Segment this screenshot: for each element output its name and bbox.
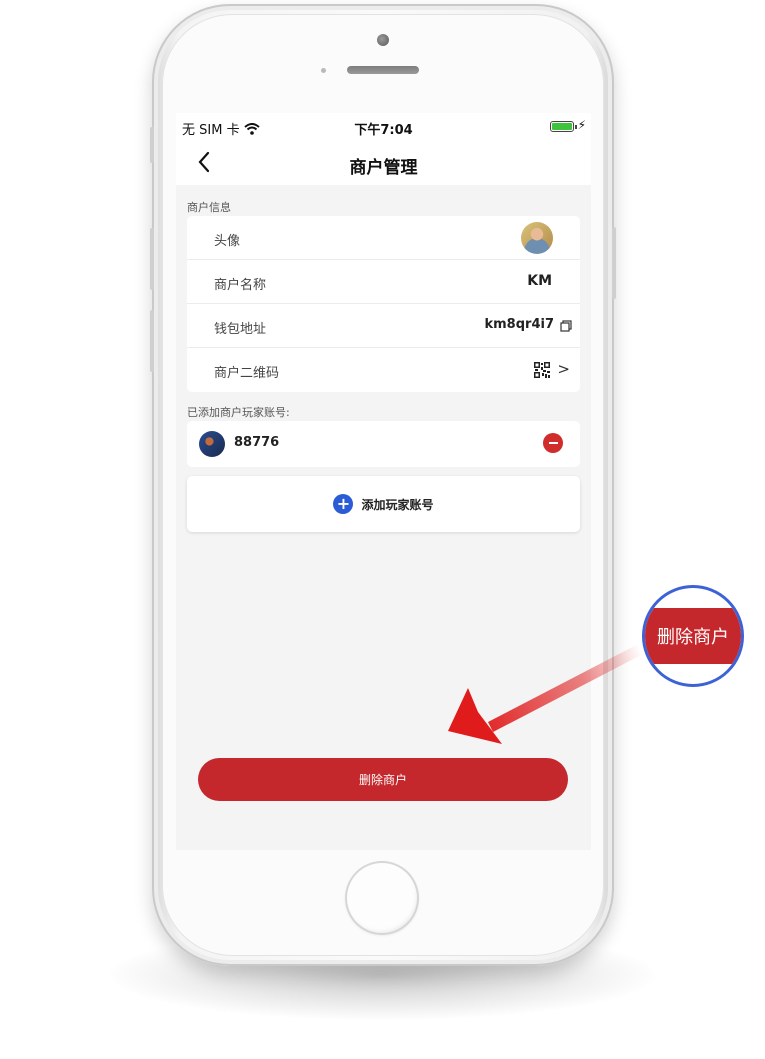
add-player-label: 添加玩家账号 — [361, 497, 434, 512]
phone-screen: 无 SIM 卡 下午7:04 ⚡ 商户管理 商户信息 头像 商户名称 KM 钱包… — [176, 113, 591, 850]
avatar-row[interactable]: 头像 — [187, 216, 580, 260]
callout-button-preview: 删除商户 — [645, 608, 741, 664]
merchant-qrcode-label: 商户二维码 — [214, 366, 280, 381]
mute-switch — [150, 127, 154, 163]
add-player-card[interactable]: + 添加玩家账号 — [187, 476, 580, 532]
battery-icon — [550, 121, 574, 132]
merchant-name-label: 商户名称 — [214, 278, 267, 293]
status-time: 下午7:04 — [354, 123, 413, 138]
volume-up-button — [150, 228, 154, 290]
earpiece-speaker — [347, 66, 419, 74]
avatar-label: 头像 — [214, 234, 241, 249]
chevron-right-icon: > — [557, 360, 570, 378]
page-title: 商户管理 — [349, 158, 418, 178]
wallet-address-row: 钱包地址 km8qr4i7 — [187, 304, 580, 348]
charging-bolt-icon: ⚡ — [577, 118, 586, 132]
add-player-button[interactable]: + 添加玩家账号 — [187, 476, 580, 532]
navigation-bar: 商户管理 — [176, 141, 591, 185]
front-camera — [377, 34, 389, 46]
player-row: 88776 — [187, 421, 580, 467]
status-bar: 无 SIM 卡 下午7:04 ⚡ — [176, 113, 591, 141]
zoom-callout: 删除商户 — [642, 585, 744, 687]
player-list-card: 88776 — [187, 421, 580, 467]
merchant-qrcode-row[interactable]: 商户二维码 > — [187, 348, 580, 392]
merchant-name-row[interactable]: 商户名称 KM — [187, 260, 580, 304]
merchant-avatar[interactable] — [521, 222, 553, 254]
merchant-info-section-title: 商户信息 — [187, 201, 231, 214]
wallet-address-label: 钱包地址 — [214, 322, 267, 337]
home-button[interactable] — [345, 861, 419, 935]
volume-down-button — [150, 310, 154, 372]
merchant-info-card: 头像 商户名称 KM 钱包地址 km8qr4i7 商户二维码 > — [187, 216, 580, 392]
merchant-name-value: KM — [527, 273, 552, 289]
plus-icon: + — [333, 494, 354, 514]
player-id: 88776 — [234, 435, 280, 450]
power-button — [612, 227, 616, 299]
wallet-address-value: km8qr4i7 — [484, 317, 554, 332]
remove-player-icon[interactable] — [543, 433, 563, 453]
proximity-sensor — [321, 68, 326, 73]
player-avatar — [199, 431, 225, 457]
delete-merchant-button[interactable]: 删除商户 — [198, 758, 568, 801]
players-section-title: 已添加商户玩家账号: — [187, 406, 290, 419]
callout-label: 删除商户 — [657, 627, 729, 648]
copy-icon[interactable] — [560, 320, 572, 332]
qr-code-icon — [534, 362, 550, 378]
